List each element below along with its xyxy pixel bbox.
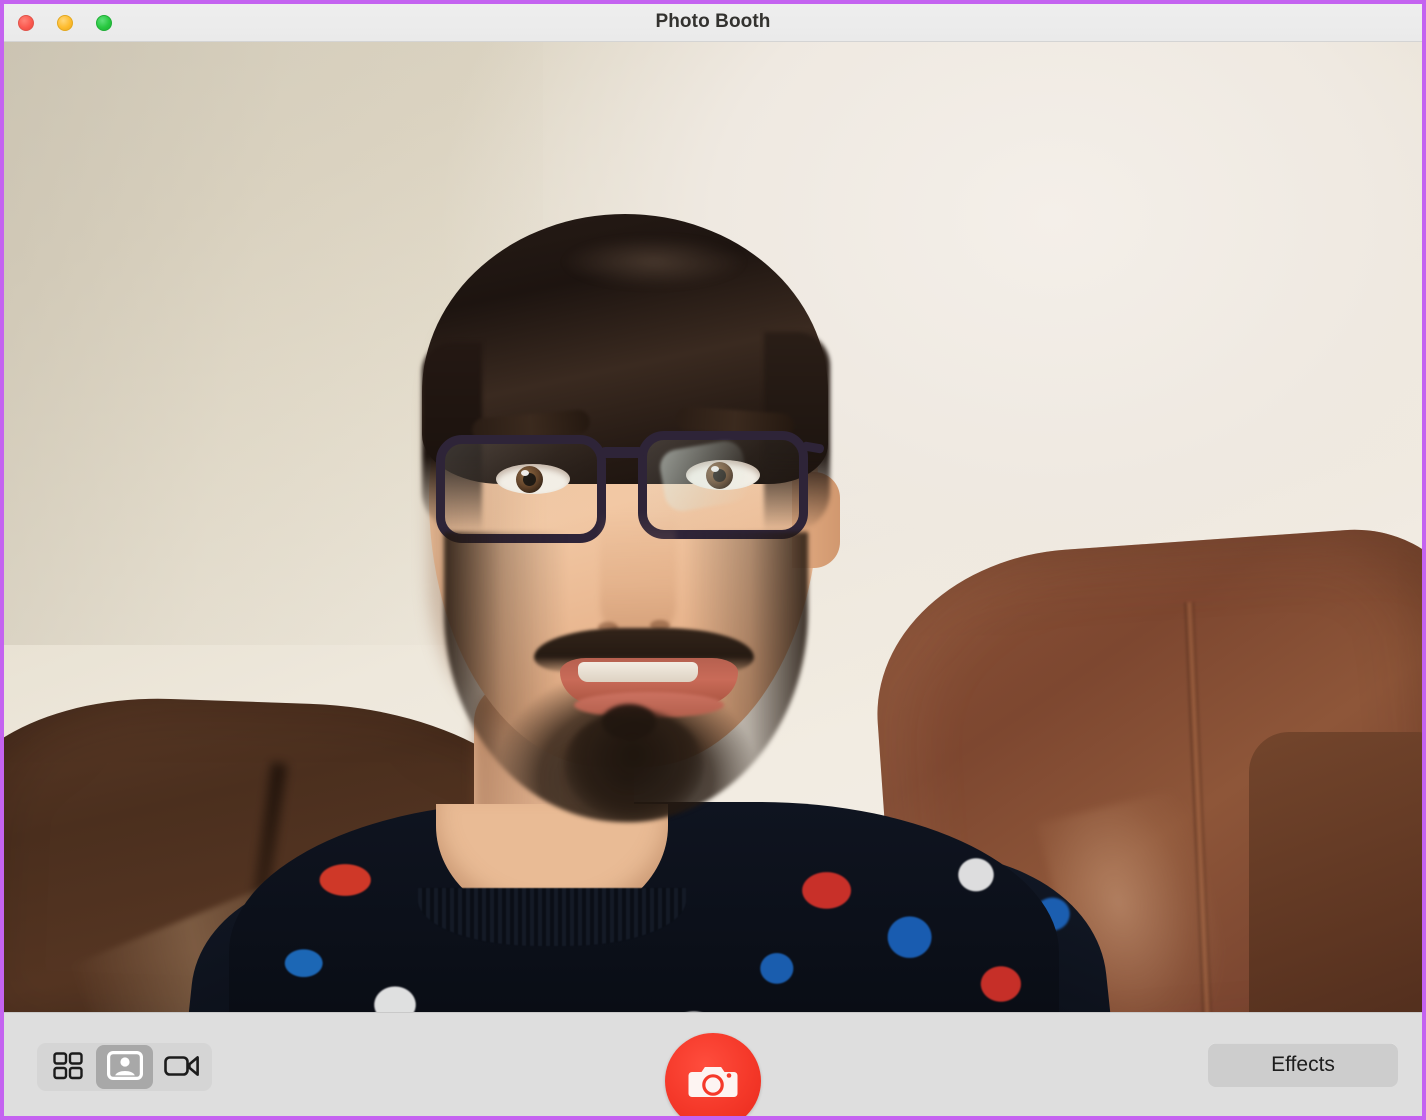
mode-single-photo-button[interactable] xyxy=(96,1045,153,1089)
chin-beard xyxy=(564,710,704,820)
left-lens xyxy=(436,435,606,543)
glasses-bridge xyxy=(600,447,644,458)
titlebar: Photo Booth xyxy=(4,4,1422,42)
live-preview-image xyxy=(4,42,1422,1014)
capture-mode-group xyxy=(37,1043,212,1091)
mode-movie-button[interactable] xyxy=(153,1045,210,1089)
effects-button[interactable]: Effects xyxy=(1208,1043,1398,1087)
shutter-button[interactable] xyxy=(665,1033,761,1116)
mode-four-up-button[interactable] xyxy=(39,1045,96,1089)
hair-highlight xyxy=(564,237,744,287)
photo-booth-window: Photo Booth Effects xyxy=(0,0,1426,1120)
teeth xyxy=(578,662,698,682)
camera-icon xyxy=(688,1060,738,1103)
portrait-photo-icon xyxy=(106,1051,143,1083)
video-camera-icon xyxy=(163,1053,200,1082)
camera-viewfinder[interactable] xyxy=(4,42,1422,1014)
grid-four-up-icon xyxy=(52,1051,83,1083)
person-subject xyxy=(4,42,1422,1014)
window-title: Photo Booth xyxy=(655,11,771,32)
bottom-toolbar: Effects xyxy=(4,1012,1422,1116)
